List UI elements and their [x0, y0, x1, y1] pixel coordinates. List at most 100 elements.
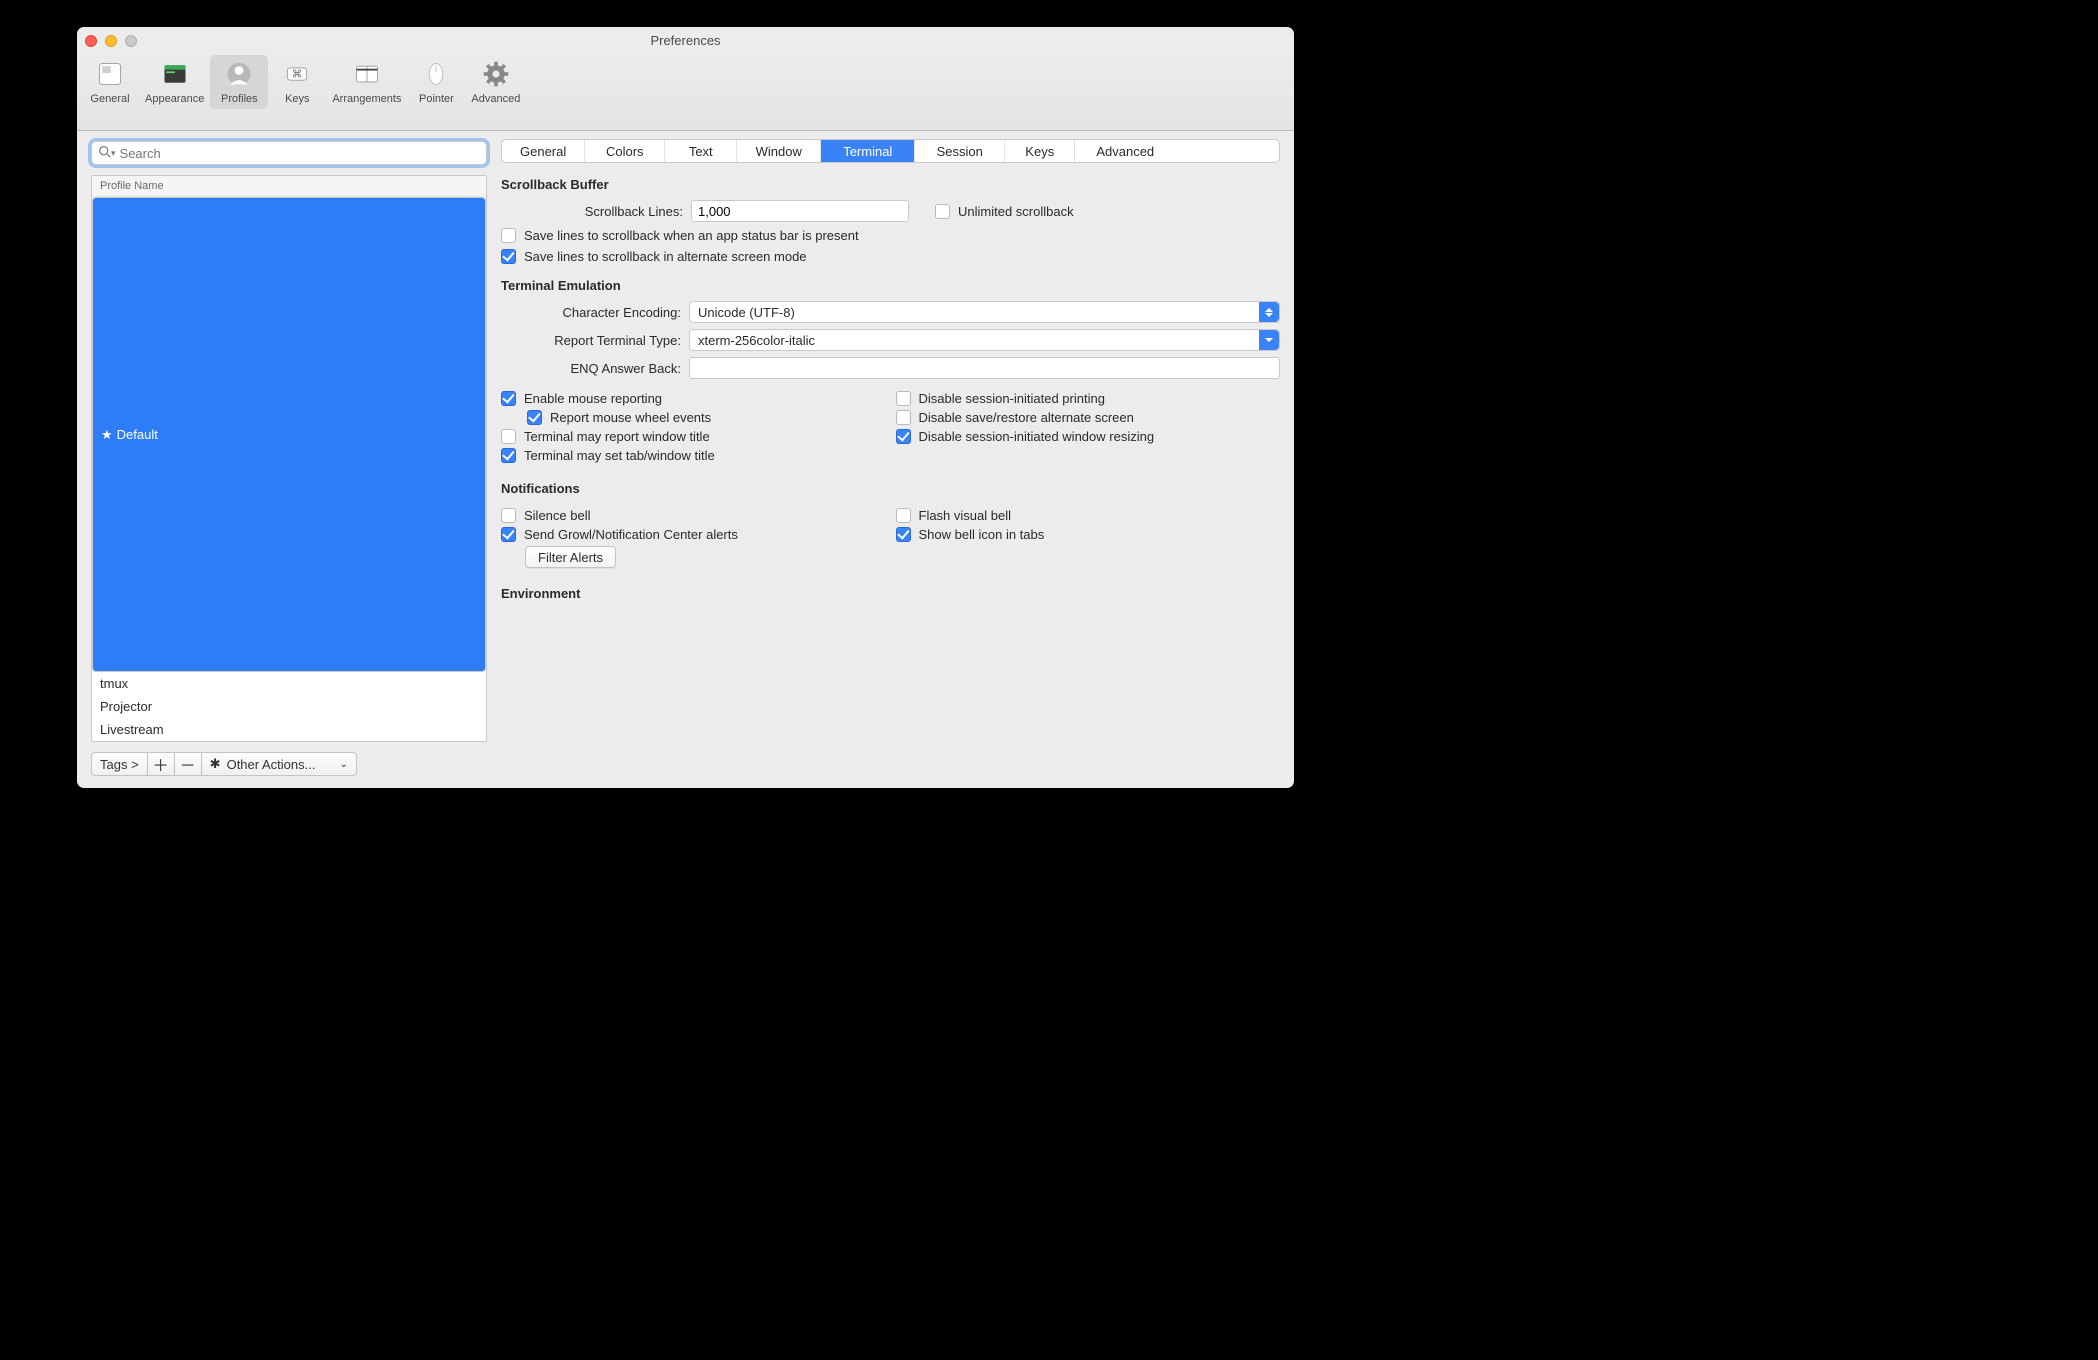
scrollback-lines-input[interactable]	[691, 200, 909, 222]
subtab-advanced[interactable]: Advanced	[1075, 140, 1175, 162]
section-terminal-emulation: Terminal Emulation Character Encoding: U…	[501, 278, 1280, 467]
tab-arrangements[interactable]: Arrangements	[326, 55, 407, 109]
profile-name: Projector	[100, 699, 152, 714]
disable-altscreen-label: Disable save/restore alternate screen	[919, 410, 1134, 425]
enq-input[interactable]	[689, 357, 1280, 379]
appearance-icon	[158, 57, 192, 91]
subtab-keys[interactable]: Keys	[1005, 140, 1075, 162]
svg-text:⌘: ⌘	[292, 69, 303, 81]
profiles-sidebar: ▾ Profile Name ★ Default tmux Projector …	[77, 131, 501, 788]
mouse-wheel-label: Report mouse wheel events	[550, 410, 711, 425]
disable-altscreen-checkbox[interactable]	[896, 410, 911, 425]
subtab-terminal[interactable]: Terminal	[821, 140, 915, 162]
other-actions-button[interactable]: ✱ Other Actions... ⌄	[201, 752, 357, 776]
growl-checkbox[interactable]	[501, 527, 516, 542]
profile-subtabs: General Colors Text Window Terminal Sess…	[501, 139, 1280, 163]
profile-actions: Tags > ＋ － ✱ Other Actions... ⌄	[91, 752, 487, 776]
toolbar: General Appearance Profiles ⌘ Keys Arran…	[77, 49, 1294, 131]
tab-pointer[interactable]: Pointer	[407, 55, 465, 109]
profile-row[interactable]: Livestream	[92, 718, 486, 741]
titlebar: Preferences	[77, 27, 1294, 49]
general-icon	[93, 57, 127, 91]
star-icon: ★	[101, 427, 113, 443]
keys-icon: ⌘	[280, 57, 314, 91]
filter-alerts-button[interactable]: Filter Alerts	[525, 546, 616, 568]
profile-row-default[interactable]: ★ Default	[92, 197, 486, 672]
scrollback-lines-label: Scrollback Lines:	[511, 204, 683, 219]
other-actions-label: Other Actions...	[227, 757, 316, 772]
subtab-text[interactable]: Text	[665, 140, 737, 162]
set-title-label: Terminal may set tab/window title	[524, 448, 715, 463]
term-type-label: Report Terminal Type:	[501, 333, 681, 348]
profile-list: Profile Name ★ Default tmux Projector Li…	[91, 175, 487, 742]
chevron-down-icon: ⌄	[339, 759, 347, 770]
subtab-window[interactable]: Window	[737, 140, 821, 162]
tab-profiles[interactable]: Profiles	[210, 55, 268, 109]
mouse-reporting-label: Enable mouse reporting	[524, 391, 662, 406]
tab-general[interactable]: General	[81, 55, 139, 109]
profile-row[interactable]: tmux	[92, 672, 486, 695]
chevron-down-icon[interactable]: ▾	[111, 148, 116, 159]
term-type-value: xterm-256color-italic	[698, 333, 815, 348]
bell-icon-label: Show bell icon in tabs	[919, 527, 1045, 542]
plus-icon: ＋	[153, 752, 169, 776]
tab-label: General	[90, 93, 129, 105]
search-field[interactable]	[120, 146, 480, 161]
unlimited-scrollback-checkbox[interactable]	[935, 204, 950, 219]
settings-panel: General Colors Text Window Terminal Sess…	[501, 131, 1294, 788]
profile-name: Livestream	[100, 722, 164, 737]
bell-icon-checkbox[interactable]	[896, 527, 911, 542]
select-arrow-icon	[1259, 330, 1279, 350]
tab-label: Advanced	[471, 93, 520, 105]
arrangements-icon	[350, 57, 384, 91]
save-altscreen-label: Save lines to scrollback in alternate sc…	[524, 249, 807, 264]
save-altscreen-checkbox[interactable]	[501, 249, 516, 264]
report-title-checkbox[interactable]	[501, 429, 516, 444]
search-icon	[98, 145, 111, 161]
section-environment: Environment	[501, 586, 1280, 601]
subtab-general[interactable]: General	[502, 140, 585, 162]
tab-keys[interactable]: ⌘ Keys	[268, 55, 326, 109]
silence-bell-label: Silence bell	[524, 508, 591, 523]
tab-label: Pointer	[419, 93, 454, 105]
gear-icon: ✱	[210, 756, 221, 772]
profile-name: tmux	[100, 676, 128, 691]
disable-printing-checkbox[interactable]	[896, 391, 911, 406]
set-title-checkbox[interactable]	[501, 448, 516, 463]
section-title: Scrollback Buffer	[501, 177, 1280, 192]
minus-icon: －	[180, 752, 196, 776]
profile-row[interactable]: Projector	[92, 695, 486, 718]
tab-appearance[interactable]: Appearance	[139, 55, 210, 109]
enq-label: ENQ Answer Back:	[501, 361, 681, 376]
tags-button[interactable]: Tags >	[91, 752, 148, 776]
search-input[interactable]: ▾	[91, 141, 487, 165]
mouse-wheel-checkbox[interactable]	[527, 410, 542, 425]
tab-label: Arrangements	[332, 93, 401, 105]
mouse-reporting-checkbox[interactable]	[501, 391, 516, 406]
section-scrollback: Scrollback Buffer Scrollback Lines: Unli…	[501, 177, 1280, 264]
gear-icon	[479, 57, 513, 91]
term-type-select[interactable]: xterm-256color-italic	[689, 329, 1280, 351]
disable-resizing-checkbox[interactable]	[896, 429, 911, 444]
preferences-window: Preferences General Appearance Profiles …	[77, 27, 1294, 788]
tab-label: Profiles	[221, 93, 258, 105]
growl-label: Send Growl/Notification Center alerts	[524, 527, 738, 542]
flash-bell-label: Flash visual bell	[919, 508, 1012, 523]
subtab-session[interactable]: Session	[915, 140, 1005, 162]
remove-profile-button[interactable]: －	[174, 752, 202, 776]
add-profile-button[interactable]: ＋	[147, 752, 175, 776]
save-statusbar-checkbox[interactable]	[501, 228, 516, 243]
section-title: Environment	[501, 586, 1280, 601]
tab-advanced[interactable]: Advanced	[465, 55, 526, 109]
profile-list-header: Profile Name	[92, 176, 486, 197]
pointer-icon	[419, 57, 453, 91]
window-title: Preferences	[77, 33, 1294, 48]
silence-bell-checkbox[interactable]	[501, 508, 516, 523]
encoding-value: Unicode (UTF-8)	[698, 305, 795, 320]
unlimited-scrollback-label: Unlimited scrollback	[958, 204, 1074, 219]
subtab-colors[interactable]: Colors	[585, 140, 665, 162]
encoding-select[interactable]: Unicode (UTF-8)	[689, 301, 1280, 323]
save-statusbar-label: Save lines to scrollback when an app sta…	[524, 228, 859, 243]
tab-label: Keys	[285, 93, 309, 105]
flash-bell-checkbox[interactable]	[896, 508, 911, 523]
